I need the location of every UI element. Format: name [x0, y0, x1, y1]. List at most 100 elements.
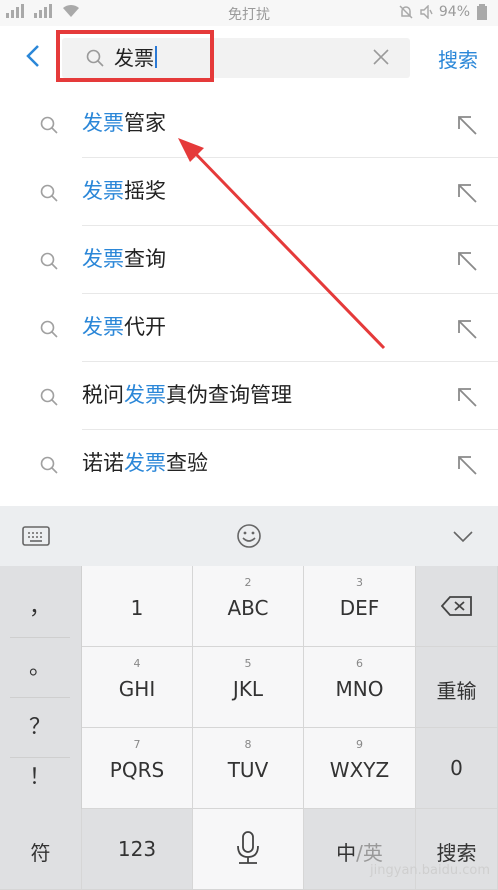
key-number: 2: [244, 576, 252, 589]
key-label: PQRS: [109, 758, 165, 782]
punct-key[interactable]: ！: [10, 748, 70, 808]
fill-query-arrow-icon[interactable]: [456, 386, 478, 408]
alarm-icon: [399, 5, 413, 19]
key-label: MNO: [335, 677, 384, 701]
keyboard-toolbar: [0, 506, 498, 567]
key-7-pqrs[interactable]: 7 PQRS: [82, 728, 193, 809]
suggestion-highlight: 发票: [82, 247, 124, 271]
suggestion-text: 发票代开: [82, 312, 166, 342]
key-label: 123: [117, 837, 157, 861]
key-8-tuv[interactable]: 8 TUV: [193, 728, 304, 809]
battery-percent: 94%: [438, 4, 470, 20]
search-icon: [40, 184, 58, 202]
key-6-mno[interactable]: 6 MNO: [304, 647, 416, 728]
key-label: ABC: [227, 596, 269, 620]
suggestion-highlight: 发票: [124, 383, 166, 407]
backspace-icon: [441, 596, 472, 616]
suggestion-list: 发票管家 发票摇奖 发票查询 发票代开 税问发票真伪查询管理 诺诺发票查验: [0, 90, 498, 498]
key-3-def[interactable]: 3 DEF: [304, 566, 416, 647]
fill-query-arrow-icon[interactable]: [456, 318, 478, 340]
search-icon: [40, 456, 58, 474]
key-label: JKL: [232, 677, 264, 701]
chevron-down-icon[interactable]: [452, 530, 474, 544]
symbols-key[interactable]: 符: [0, 809, 82, 890]
key-label: 重输: [436, 679, 477, 703]
suggestion-highlight: 发票: [124, 451, 166, 475]
fill-query-arrow-icon[interactable]: [456, 250, 478, 272]
key-label: 1: [130, 596, 144, 620]
suggestion-prefix: 税问: [82, 383, 124, 407]
key-number: 8: [244, 738, 252, 751]
key-0[interactable]: 0: [416, 728, 498, 809]
lang-separator: /: [356, 841, 363, 865]
suggestion-suffix: 查询: [124, 247, 166, 271]
status-right: 94%: [399, 4, 488, 20]
suggestion-suffix: 管家: [124, 111, 166, 135]
key-number: 7: [133, 738, 141, 751]
keyboard: ， 。 ？ ！ 1 2 ABC 3 DEF 4 GHI 5 JKL 6 MNO …: [0, 506, 498, 890]
suggestion-item[interactable]: 发票管家: [0, 90, 498, 158]
key-number: 4: [133, 657, 141, 670]
chevron-left-icon: [26, 45, 39, 67]
close-icon[interactable]: [372, 48, 390, 66]
battery-icon: [477, 4, 487, 20]
fill-query-arrow-icon[interactable]: [456, 454, 478, 476]
search-icon: [40, 388, 58, 406]
key-label: WXYZ: [329, 758, 390, 782]
lang-other: 英: [362, 841, 383, 865]
suggestion-suffix: 代开: [124, 315, 166, 339]
suggestion-highlight: 发票: [82, 179, 124, 203]
key-5-jkl[interactable]: 5 JKL: [193, 647, 304, 728]
search-icon: [40, 252, 58, 270]
suggestion-text: 税问发票真伪查询管理: [82, 380, 292, 410]
punct-key[interactable]: ，: [10, 578, 70, 638]
annotation-highlight-box: [56, 30, 214, 82]
keyboard-keys: ， 。 ？ ！ 1 2 ABC 3 DEF 4 GHI 5 JKL 6 MNO …: [0, 566, 498, 890]
suggestion-suffix: 真伪查询管理: [166, 383, 292, 407]
voice-input-key[interactable]: [193, 809, 304, 890]
suggestion-suffix: 摇奖: [124, 179, 166, 203]
emoji-icon[interactable]: [236, 523, 262, 549]
key-number: 5: [244, 657, 252, 670]
key-label: 0: [450, 756, 463, 780]
suggestion-item[interactable]: 发票摇奖: [0, 158, 498, 226]
search-icon: [40, 116, 58, 134]
numbers-key[interactable]: 123: [82, 809, 193, 890]
suggestion-text: 发票摇奖: [82, 176, 166, 206]
key-number: 6: [356, 657, 363, 670]
key-9-wxyz[interactable]: 9 WXYZ: [304, 728, 416, 809]
key-number: 3: [356, 576, 363, 589]
microphone-icon: [237, 831, 259, 864]
fill-query-arrow-icon[interactable]: [456, 182, 478, 204]
suggestion-text: 发票查询: [82, 244, 166, 274]
suggestion-suffix: 查验: [166, 451, 208, 475]
suggestion-item[interactable]: 发票查询: [0, 226, 498, 294]
watermark: jingyan.baidu.com: [370, 863, 490, 878]
backspace-key[interactable]: [416, 566, 498, 647]
reset-key[interactable]: 重输: [416, 647, 498, 728]
search-icon: [40, 320, 58, 338]
punct-key[interactable]: 。: [10, 638, 70, 698]
key-label: 搜索: [436, 841, 477, 865]
suggestion-item[interactable]: 税问发票真伪查询管理: [0, 362, 498, 430]
key-4-ghi[interactable]: 4 GHI: [82, 647, 193, 728]
language-label: 中/英: [304, 837, 415, 866]
suggestion-item[interactable]: 诺诺发票查验: [0, 430, 498, 498]
key-2-abc[interactable]: 2 ABC: [193, 566, 304, 647]
no-sound-icon: [420, 5, 433, 19]
key-number: 9: [356, 738, 363, 751]
suggestion-highlight: 发票: [82, 315, 124, 339]
key-label: DEF: [339, 596, 380, 620]
search-button[interactable]: 搜索: [438, 44, 478, 73]
key-label: 符: [30, 841, 51, 865]
back-button[interactable]: [18, 38, 48, 74]
suggestion-text: 发票管家: [82, 108, 166, 138]
fill-query-arrow-icon[interactable]: [456, 114, 478, 136]
keyboard-icon[interactable]: [22, 526, 50, 546]
punctuation-column: ， 。 ？ ！: [0, 566, 82, 809]
suggestion-item[interactable]: 发票代开: [0, 294, 498, 362]
suggestion-prefix: 诺诺: [82, 451, 124, 475]
key-1[interactable]: 1: [82, 566, 193, 647]
key-label: GHI: [118, 677, 156, 701]
suggestion-highlight: 发票: [82, 111, 124, 135]
